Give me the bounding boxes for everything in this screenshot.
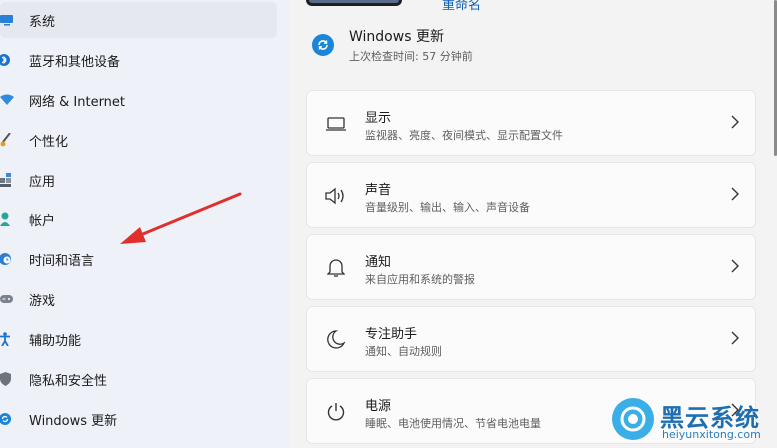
monitor-icon xyxy=(0,12,14,28)
card-subtitle: 来自应用和系统的警报 xyxy=(365,273,475,286)
chevron-right-icon xyxy=(729,186,741,202)
card-subtitle: 监视器、亮度、夜间模式、显示配置文件 xyxy=(365,129,563,142)
card-subtitle: 通知、自动规则 xyxy=(365,345,442,358)
sidebar-item-label: Windows 更新 xyxy=(29,413,118,429)
sidebar-item-label: 个性化 xyxy=(29,134,69,150)
update-last-checked: 上次检查时间: 57 分钟前 xyxy=(349,50,473,63)
speaker-icon xyxy=(325,185,347,207)
sidebar-item-system[interactable]: 系统 xyxy=(0,2,277,38)
brush-icon xyxy=(0,132,14,148)
accessibility-icon xyxy=(0,331,14,347)
shield-icon xyxy=(0,371,14,387)
sidebar-item-accounts[interactable]: 帐户 xyxy=(0,201,277,237)
settings-card-sound[interactable]: 声音 音量级别、输出、输入、声音设备 xyxy=(306,162,756,228)
card-title: 通知 xyxy=(365,255,392,270)
clock-globe-icon xyxy=(0,251,14,267)
card-title: 专注助手 xyxy=(365,327,418,342)
main-content: 重命名 Windows 更新 上次检查时间: 57 分钟前 显示 监视器、亮度、… xyxy=(290,0,777,448)
moon-icon xyxy=(325,329,347,351)
sidebar-item-accessibility[interactable]: 辅助功能 xyxy=(0,321,277,357)
bluetooth-icon xyxy=(0,52,14,68)
sidebar-item-label: 帐户 xyxy=(29,213,56,229)
refresh-icon xyxy=(312,34,334,56)
sidebar-item-personalization[interactable]: 个性化 xyxy=(0,122,277,158)
card-title: 声音 xyxy=(365,183,392,198)
card-subtitle: 睡眠、电池使用情况、节省电池电量 xyxy=(365,417,541,430)
watermark-url: heiyunxitong.com xyxy=(662,428,761,441)
settings-card-display[interactable]: 显示 监视器、亮度、夜间模式、显示配置文件 xyxy=(306,90,756,156)
rename-link[interactable]: 重命名 xyxy=(442,0,481,13)
sidebar-item-bluetooth[interactable]: 蓝牙和其他设备 xyxy=(0,42,277,78)
display-icon xyxy=(325,113,347,135)
settings-card-notifications[interactable]: 通知 来自应用和系统的警报 xyxy=(306,234,756,300)
sidebar-item-label: 辅助功能 xyxy=(29,333,82,349)
watermark: 黑云系统 heiyunxitong.com xyxy=(612,398,772,444)
sidebar-item-privacy[interactable]: 隐私和安全性 xyxy=(0,361,277,397)
sidebar-item-label: 系统 xyxy=(29,14,56,30)
sidebar-item-windows-update[interactable]: Windows 更新 xyxy=(0,401,277,437)
bell-icon xyxy=(325,257,347,279)
sidebar-item-label: 应用 xyxy=(29,174,56,190)
card-title: 电源 xyxy=(365,399,392,414)
wifi-icon xyxy=(0,92,14,108)
update-icon xyxy=(0,411,14,427)
sidebar-item-label: 时间和语言 xyxy=(29,253,95,269)
sidebar-item-gaming[interactable]: 游戏 xyxy=(0,281,277,317)
chevron-right-icon xyxy=(729,114,741,130)
cloud-logo-icon xyxy=(612,398,654,440)
person-icon xyxy=(0,211,14,227)
chevron-right-icon xyxy=(729,258,741,274)
sidebar-nav: 系统 蓝牙和其他设备 网络 & Internet 个性化 应用 帐户 时间和语言… xyxy=(0,0,290,448)
gamepad-icon xyxy=(0,291,14,307)
device-thumbnail xyxy=(306,0,402,6)
sidebar-item-label: 蓝牙和其他设备 xyxy=(29,54,121,70)
sidebar-item-network[interactable]: 网络 & Internet xyxy=(0,82,277,118)
sidebar-item-label: 游戏 xyxy=(29,293,56,309)
windows-update-status[interactable]: Windows 更新 上次检查时间: 57 分钟前 xyxy=(312,24,612,68)
sidebar-item-label: 网络 & Internet xyxy=(29,94,126,110)
sidebar-item-apps[interactable]: 应用 xyxy=(0,162,277,198)
settings-card-focus-assist[interactable]: 专注助手 通知、自动规则 xyxy=(306,306,756,372)
apps-icon xyxy=(0,172,14,188)
sidebar-item-label: 隐私和安全性 xyxy=(29,373,108,389)
card-title: 显示 xyxy=(365,111,392,126)
chevron-right-icon xyxy=(729,330,741,346)
card-subtitle: 音量级别、输出、输入、声音设备 xyxy=(365,201,530,214)
power-icon xyxy=(325,401,347,423)
update-title: Windows 更新 xyxy=(349,29,444,45)
sidebar-item-time-language[interactable]: 时间和语言 xyxy=(0,241,277,277)
